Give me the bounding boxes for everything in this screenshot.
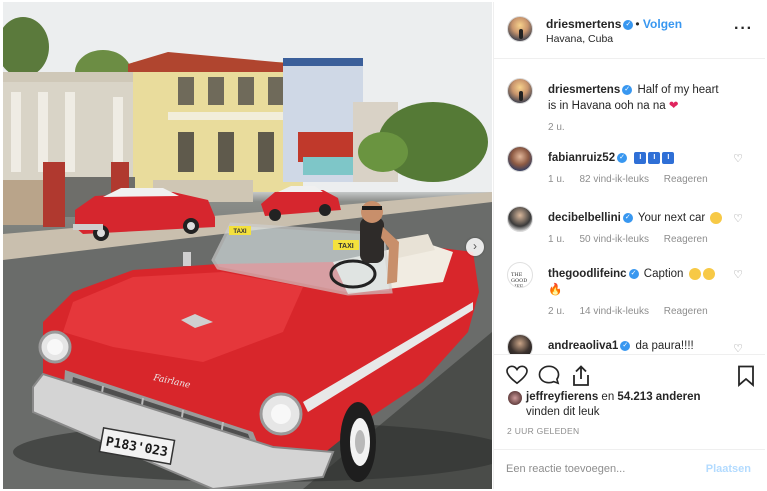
like-heart-icon[interactable] <box>506 365 528 385</box>
like-comment-heart-icon[interactable]: ♡ <box>733 212 743 225</box>
comment-likes[interactable]: 82 vind-ik-leuks <box>579 174 648 185</box>
comment-meta: 1 u. 50 vind-ik-leuks Reageren <box>548 234 720 245</box>
comment-time: 1 u. <box>548 234 565 245</box>
more-options-icon[interactable]: ··· <box>734 20 753 38</box>
comment-likes[interactable]: 50 vind-ik-leuks <box>579 234 648 245</box>
author-username[interactable]: driesmertens <box>546 17 621 31</box>
verified-badge-icon: ✓ <box>622 212 633 223</box>
verified-badge-icon: ✓ <box>628 268 639 279</box>
liker-avatar[interactable] <box>508 391 522 405</box>
thegoodlife-logo-text: THE GOOD LIFE <box>511 272 528 288</box>
commenter-avatar[interactable] <box>507 146 533 172</box>
taxi-sign-text-2: TAXI <box>338 243 353 250</box>
post-header: driesmertens ✓ • Volgen Havana, Cuba ··· <box>494 2 765 59</box>
verified-badge-icon: ✓ <box>623 19 634 30</box>
comment-text-block: decibelbellini ✓ Your next car <box>548 210 728 226</box>
liker-username[interactable]: jeffreyfierens <box>526 391 598 403</box>
emoji-box-icon: I <box>634 151 647 164</box>
post-timestamp[interactable]: 2 UUR GELEDEN <box>507 426 579 436</box>
share-upload-icon[interactable] <box>571 365 591 387</box>
caption-text-block: driesmertens ✓ Half of my heart is in Hav… <box>548 82 728 114</box>
follow-button[interactable]: Volgen <box>643 17 682 31</box>
reply-button[interactable]: Reageren <box>664 174 708 185</box>
commenter-avatar[interactable] <box>507 206 533 232</box>
laughing-emoji-icon <box>702 267 715 280</box>
comment-bubble-icon[interactable] <box>538 365 560 385</box>
caption-username[interactable]: driesmertens <box>548 84 620 96</box>
comment-meta: 2 u. 14 vind-ik-leuks Reageren <box>548 306 720 317</box>
emoji-box-icon: I <box>662 151 675 164</box>
post-comment-button[interactable]: Plaatsen <box>706 463 751 475</box>
caption-avatar[interactable] <box>507 78 533 104</box>
comments-list[interactable]: driesmertens ✓ Half of my heart is in Hav… <box>494 60 765 354</box>
likes-summary: jeffreyfierens en 54.213 anderen vinden … <box>508 390 748 420</box>
save-bookmark-icon[interactable] <box>737 365 755 387</box>
like-comment-heart-icon[interactable]: ♡ <box>733 152 743 165</box>
laughing-emoji-icon <box>688 267 701 280</box>
reply-button[interactable]: Reageren <box>664 234 708 245</box>
taxi-sign-text: TAXI <box>233 229 247 235</box>
add-comment-bar: Plaatsen <box>494 449 765 489</box>
emoji-box-icon: I <box>648 151 661 164</box>
commenter-avatar[interactable]: THE GOOD LIFE <box>507 262 533 288</box>
laughing-emoji-icon <box>710 211 723 224</box>
fire-emoji-icon: 🔥 <box>548 284 563 296</box>
reply-button[interactable]: Reageren <box>664 306 708 317</box>
comment-username[interactable]: andreaoliva1 <box>548 340 618 352</box>
havana-car-photo: P183'023 Fairlane TAXI TAXI <box>3 2 492 489</box>
red-heart-emoji-icon: ❤ <box>668 100 679 112</box>
comment-text-block: fabianruiz52 ✓ III <box>548 150 728 166</box>
author-avatar[interactable] <box>507 16 533 42</box>
comment-input[interactable] <box>506 460 696 478</box>
comment-time: 1 u. <box>548 174 565 185</box>
author-line: driesmertens ✓ • Volgen <box>546 17 683 31</box>
comment-username[interactable]: decibelbellini <box>548 212 621 224</box>
caption-meta: 2 u. <box>548 122 577 133</box>
comment-text-block: thegoodlifeinc ✓ Caption 🔥 <box>548 266 728 298</box>
commenter-avatar[interactable] <box>507 334 533 354</box>
likes-and: en <box>598 391 618 403</box>
post-photo[interactable]: P183'023 Fairlane TAXI TAXI › <box>3 2 492 489</box>
comment-likes[interactable]: 14 vind-ik-leuks <box>579 306 648 317</box>
comment-text-block: andreaoliva1 ✓ da paura!!!! <box>548 338 728 354</box>
likes-text: jeffreyfierens en 54.213 anderen vinden … <box>508 390 748 420</box>
comment-username[interactable]: fabianruiz52 <box>548 152 615 164</box>
likes-suffix: vinden dit leuk <box>526 406 600 418</box>
comment-username[interactable]: thegoodlifeinc <box>548 268 627 280</box>
location-link[interactable]: Havana, Cuba <box>546 33 613 45</box>
verified-badge-icon: ✓ <box>620 340 631 351</box>
likes-count[interactable]: 54.213 anderen <box>617 391 700 403</box>
caption-time: 2 u. <box>548 122 565 133</box>
verified-badge-icon: ✓ <box>617 152 628 163</box>
next-photo-arrow-icon[interactable]: › <box>466 238 484 256</box>
like-comment-heart-icon[interactable]: ♡ <box>733 342 743 354</box>
like-comment-heart-icon[interactable]: ♡ <box>733 268 743 281</box>
comment-text: Your next car <box>637 212 706 224</box>
comment-meta: 1 u. 82 vind-ik-leuks Reageren <box>548 174 720 185</box>
comment-time: 2 u. <box>548 306 565 317</box>
action-bar <box>494 354 765 394</box>
comment-text: Caption <box>643 268 684 280</box>
post-sidebar: driesmertens ✓ • Volgen Havana, Cuba ··· d… <box>493 2 765 489</box>
comment-text: da paura!!!! <box>635 340 694 352</box>
verified-badge-icon: ✓ <box>622 84 633 95</box>
